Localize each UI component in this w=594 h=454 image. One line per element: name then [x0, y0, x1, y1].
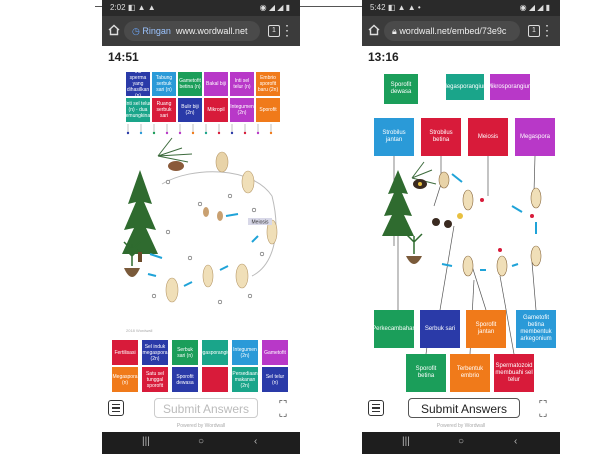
- label-tile[interactable]: [202, 367, 228, 392]
- pine-tree-illustration: [122, 170, 158, 262]
- url-text: wordwall.net/embed/73e9c: [399, 26, 507, 36]
- lock-icon: 🔒︎: [392, 26, 397, 36]
- browser-url-bar: ◷ Ringan www.wordwall.net 1 ⋮: [102, 16, 300, 46]
- back-button[interactable]: ‹: [254, 436, 257, 447]
- label-tile[interactable]: Satu sel tunggal sporofit: [142, 367, 168, 392]
- countdown-timer: 14:51: [108, 50, 139, 64]
- clock-icon: ◷: [132, 26, 140, 36]
- more-menu-icon[interactable]: ⋮: [280, 21, 294, 39]
- status-bar: 2:02 ◧ ▲ ▲ ◉ ◢ ◢ ▮: [102, 0, 300, 16]
- label-tile[interactable]: Terbentuk embrio: [450, 354, 490, 392]
- status-time: 2:02: [110, 3, 126, 12]
- label-tile[interactable]: Sporofit: [256, 98, 280, 122]
- label-tile[interactable]: Serbuk sari (n): [172, 340, 198, 365]
- menu-icon[interactable]: [108, 400, 124, 416]
- status-icons-left: ◧ ▲ ▲ •: [387, 3, 421, 12]
- url-input[interactable]: ◷ Ringan www.wordwall.net: [124, 21, 260, 41]
- label-tile[interactable]: Mikrosporangium: [490, 74, 530, 100]
- home-button[interactable]: ○: [198, 436, 204, 447]
- right-phone-screenshot: 5:42 ◧ ▲ ▲ • ◉ ◢ ◢ ▮ 🔒︎ wordwall.net/emb…: [362, 0, 560, 454]
- label-tile[interactable]: Integumen (2n): [232, 340, 258, 365]
- submit-answers-button[interactable]: Submit Answers: [408, 398, 520, 418]
- label-tile[interactable]: Meiosis: [468, 118, 508, 156]
- label-tile[interactable]: Bakal biji: [204, 72, 228, 96]
- status-bar: 5:42 ◧ ▲ ▲ • ◉ ◢ ◢ ▮: [362, 0, 560, 16]
- status-icons-left: ◧ ▲ ▲: [127, 3, 156, 12]
- label-tile[interactable]: Sporofit dewasa: [172, 367, 198, 392]
- game-toolbar: Submit Answers ⌜⌝ ⌞⌟: [362, 396, 560, 424]
- label-tile[interactable]: Gametofit betina (n): [178, 72, 202, 96]
- label-tile[interactable]: Sporofit jantan: [466, 310, 506, 348]
- label-tile[interactable]: Sporofit dewasa: [384, 74, 418, 104]
- label-tile[interactable]: Bulir biji (2n): [178, 98, 202, 122]
- label-tile[interactable]: Spermatozoid membuahi sel telur: [494, 354, 534, 392]
- home-icon[interactable]: [108, 24, 120, 36]
- android-nav-bar: ||| ○ ‹: [362, 432, 560, 454]
- powered-by: Powered by Wordwall: [176, 423, 226, 429]
- recent-apps-button[interactable]: |||: [402, 436, 410, 447]
- app-label: Ringan: [142, 26, 171, 36]
- label-tile[interactable]: Gametofit: [262, 340, 288, 365]
- game-toolbar: Submit Answers ⌜⌝ ⌞⌟: [102, 396, 300, 424]
- label-tile[interactable]: Gametofit betina membentuk arkegonium: [516, 310, 556, 348]
- status-icons-right: ◉ ◢ ◢ ▮: [519, 3, 550, 12]
- label-tile[interactable]: Inti sel telur (n): [230, 72, 254, 96]
- label-tile[interactable]: Megaspora (n): [112, 367, 138, 392]
- more-menu-icon[interactable]: ⋮: [540, 21, 554, 39]
- pine-branch-illustration: [157, 137, 193, 171]
- label-tile[interactable]: Fertilisasi: [112, 340, 138, 365]
- label-tile[interactable]: Strobilus jantan: [374, 118, 414, 156]
- label-tile[interactable]: Mikropil: [204, 98, 228, 122]
- diagram-credit: 2018 Wordwall: [126, 328, 152, 333]
- pine-life-cycle-diagram: Meiosis 2018 Wordwall: [122, 137, 278, 333]
- label-tile[interactable]: Sel induk megaspora (2n): [142, 340, 168, 365]
- label-tile[interactable]: Perkecambahan: [374, 310, 414, 348]
- url-text: www.wordwall.net: [175, 26, 248, 36]
- label-tile[interactable]: Tabung serbuk sari (n): [152, 72, 176, 96]
- label-tile[interactable]: Inti sperma yang dihasilkan (n): [126, 72, 150, 96]
- countdown-timer: 13:16: [368, 50, 399, 64]
- label-tile[interactable]: Megaspora: [515, 118, 555, 156]
- meiosis-hint-label: Meiosis: [252, 220, 269, 226]
- drop-slot-dots: [480, 198, 534, 252]
- label-tile[interactable]: Inti sel telur (n) - dua kemungkinan: [126, 98, 150, 122]
- label-tile[interactable]: Sporofit betina: [406, 354, 446, 392]
- label-tile[interactable]: Embrio sporofit baru (2n): [256, 72, 280, 96]
- label-tile[interactable]: Ruang serbuk sari: [152, 98, 176, 122]
- recent-apps-button[interactable]: |||: [142, 436, 150, 447]
- back-button[interactable]: ‹: [514, 436, 517, 447]
- submit-answers-button[interactable]: Submit Answers: [154, 398, 258, 418]
- cycle-arrows: [441, 173, 537, 271]
- tab-switcher-icon[interactable]: 1: [528, 25, 540, 37]
- browser-url-bar: 🔒︎ wordwall.net/embed/73e9c 1 ⋮: [362, 16, 560, 46]
- label-tile[interactable]: Serbuk sari: [420, 310, 460, 348]
- pine-tree-illustration: [382, 161, 437, 236]
- fullscreen-icon[interactable]: ⌜⌝ ⌞⌟: [534, 400, 552, 418]
- label-tile[interactable]: Megasporangium: [202, 340, 228, 365]
- powered-by: Powered by Wordwall: [436, 423, 486, 429]
- home-button[interactable]: ○: [458, 436, 464, 447]
- label-tile[interactable]: Integumen (2n): [230, 98, 254, 122]
- label-tile[interactable]: Persediaan makanan (2n): [232, 367, 258, 392]
- label-tile[interactable]: Megasporangium: [446, 74, 484, 100]
- tab-switcher-icon[interactable]: 1: [268, 25, 280, 37]
- android-nav-bar: ||| ○ ‹: [102, 432, 300, 454]
- status-time: 5:42: [370, 3, 386, 12]
- home-icon[interactable]: [368, 24, 380, 36]
- cone-illustrations: [165, 151, 278, 303]
- label-tile[interactable]: Sel telur (n): [262, 367, 288, 392]
- label-tile[interactable]: Strobilus betina: [421, 118, 461, 156]
- seedling-illustration: [405, 233, 423, 264]
- fullscreen-icon[interactable]: ⌜⌝ ⌞⌟: [274, 400, 292, 418]
- url-input[interactable]: 🔒︎ wordwall.net/embed/73e9c: [384, 21, 520, 41]
- status-icons-right: ◉ ◢ ◢ ▮: [259, 3, 290, 12]
- cone-illustrations: [413, 171, 542, 277]
- left-phone-screenshot: 2:02 ◧ ▲ ▲ ◉ ◢ ◢ ▮ ◷ Ringan www.wordwall…: [102, 0, 300, 454]
- menu-icon[interactable]: [368, 400, 384, 416]
